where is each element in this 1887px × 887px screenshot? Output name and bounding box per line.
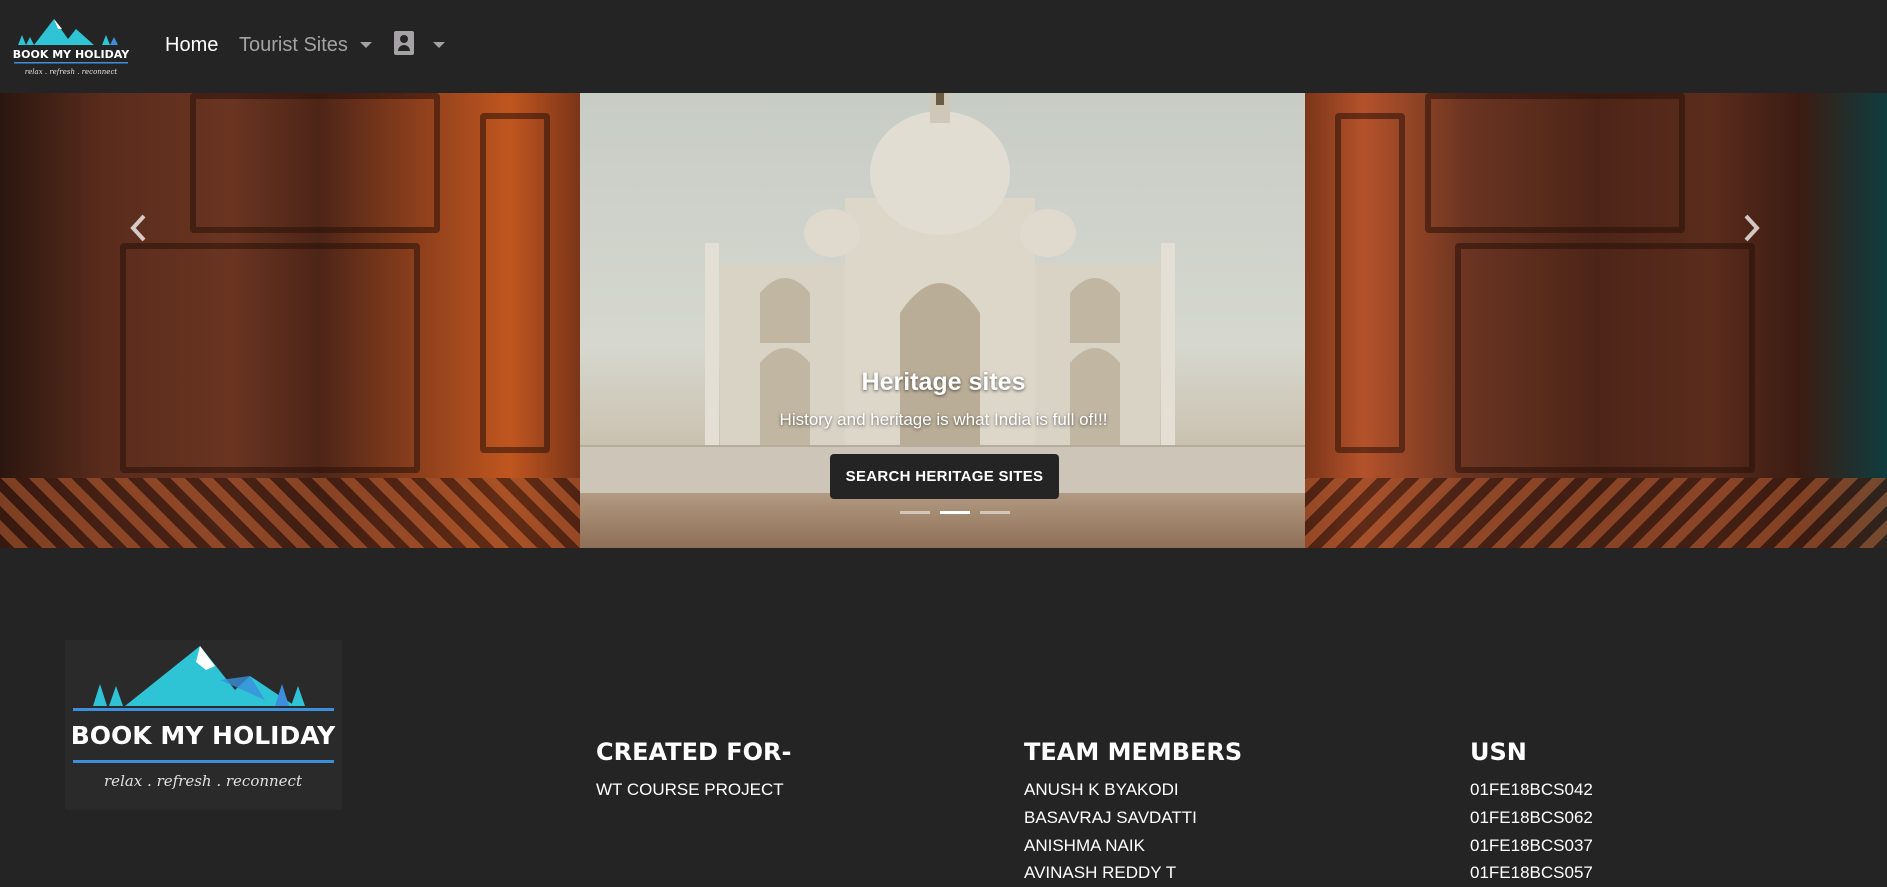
carousel-indicator[interactable]	[900, 511, 930, 514]
brand-logo-text: BOOK MY HOLIDAY	[13, 48, 130, 61]
nav-home[interactable]: Home	[165, 30, 218, 60]
chevron-right-icon[interactable]	[1736, 213, 1766, 243]
slide-caption: History and heritage is what India is fu…	[779, 410, 1108, 429]
team-member: ANUSH K BYAKODI	[1024, 780, 1179, 799]
team-member: ANISHMA NAIK	[1024, 836, 1145, 855]
team-member: BASAVRAJ SAVDATTI	[1024, 808, 1197, 827]
door-panel	[480, 113, 550, 453]
usn-value: 01FE18BCS042	[1470, 780, 1593, 799]
slide-title: Heritage sites	[861, 368, 1026, 396]
caret-down-icon[interactable]	[360, 42, 372, 48]
carousel-indicator[interactable]	[980, 511, 1010, 514]
frieze-left	[0, 478, 580, 548]
frieze-right	[1305, 478, 1887, 548]
footer-brand-tagline: relax . refresh . reconnect	[104, 772, 303, 790]
footer-brand-logo-text: BOOK MY HOLIDAY	[71, 721, 336, 750]
chevron-left-icon[interactable]	[124, 213, 154, 243]
courtyard	[540, 493, 1340, 548]
door-panel	[1425, 93, 1685, 233]
door-panel	[1455, 243, 1755, 473]
user-contact-icon[interactable]	[394, 31, 414, 55]
brand-logo[interactable]: BOOK MY HOLIDAY relax . refresh . reconn…	[12, 9, 130, 79]
taj-mahal-illustration	[705, 93, 1175, 453]
caret-down-icon[interactable]	[433, 42, 445, 48]
door-panel	[120, 243, 420, 473]
door-panel	[190, 93, 440, 233]
navbar: BOOK MY HOLIDAY relax . refresh . reconn…	[0, 0, 1887, 93]
created-for-text: WT COURSE PROJECT	[596, 780, 784, 799]
usn-value: 01FE18BCS037	[1470, 836, 1593, 855]
search-heritage-sites-button[interactable]: SEARCH HERITAGE SITES	[830, 454, 1059, 499]
created-for-heading: CREATED FOR-	[596, 738, 792, 766]
usn-value: 01FE18BCS062	[1470, 808, 1593, 827]
carousel-indicators	[900, 511, 1010, 515]
team-member: AVINASH REDDY T	[1024, 863, 1177, 882]
door-panel	[1335, 113, 1405, 453]
team-members-heading: TEAM MEMBERS	[1024, 738, 1243, 766]
carousel-indicator[interactable]	[940, 511, 970, 514]
nav-tourist-sites[interactable]: Tourist Sites	[239, 30, 348, 60]
footer-brand-logo: BOOK MY HOLIDAY relax . refresh . reconn…	[65, 640, 342, 810]
brand-tagline: relax . refresh . reconnect	[25, 68, 118, 76]
usn-heading: USN	[1470, 738, 1527, 766]
hero-carousel: Heritage sites History and heritage is w…	[0, 93, 1887, 548]
usn-value: 01FE18BCS057	[1470, 863, 1593, 882]
